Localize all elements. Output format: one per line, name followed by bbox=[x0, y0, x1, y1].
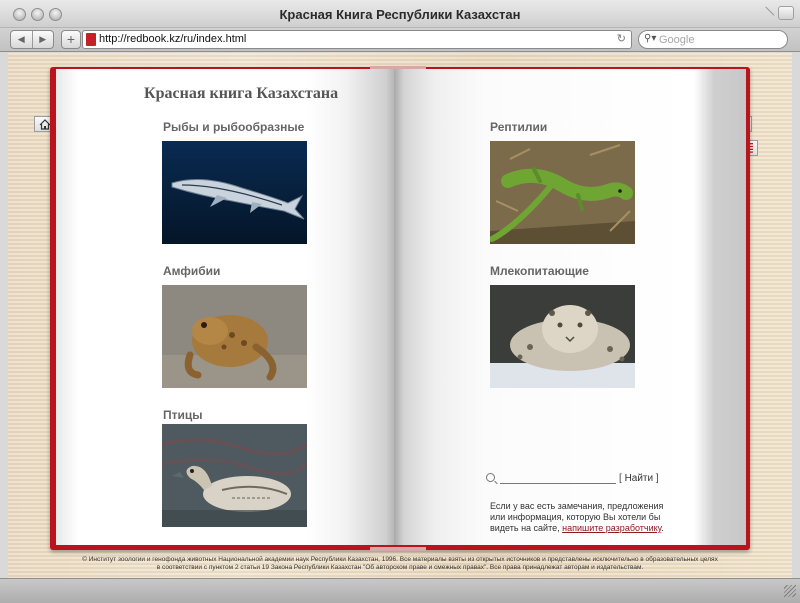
book-title: Красная книга Казахстана bbox=[144, 85, 339, 102]
category-fish-title[interactable]: Рыбы и рыбообразные bbox=[163, 120, 304, 134]
toolbar-toggle-button[interactable] bbox=[778, 6, 794, 20]
spine-bottom bbox=[370, 547, 426, 551]
category-reptiles-image[interactable] bbox=[490, 141, 635, 244]
copyright-line-2: в соответствии с пунктом 2 статьи 19 Зак… bbox=[156, 564, 644, 571]
browser-toolbar: ◀ ▶ + http://redbook.kz/ru/index.html ↻ … bbox=[0, 28, 800, 52]
history-nav: ◀ ▶ bbox=[10, 30, 54, 49]
category-birds-title[interactable]: Птицы bbox=[163, 408, 203, 422]
page-viewport: Красная книга Казахстана Рыбы и рыбообра… bbox=[8, 53, 792, 578]
search-field[interactable]: ⚲▾ Google bbox=[638, 30, 788, 49]
feedback-note-end: . bbox=[661, 523, 664, 533]
red-book: Красная книга Казахстана Рыбы и рыбообра… bbox=[50, 66, 750, 551]
contact-developer-link[interactable]: напишите разработчику bbox=[562, 523, 661, 533]
status-bar bbox=[0, 578, 800, 603]
reload-icon[interactable]: ↻ bbox=[617, 32, 626, 45]
copyright-footer: © Институт зоологии и генофонда животных… bbox=[8, 556, 792, 572]
forward-button[interactable]: ▶ bbox=[31, 31, 54, 48]
add-bookmark-button[interactable]: + bbox=[61, 30, 81, 49]
search-button[interactable]: [ Найти ] bbox=[619, 473, 659, 484]
category-amphibians-image[interactable] bbox=[162, 285, 307, 388]
snow-leopard-image bbox=[490, 285, 635, 388]
category-birds-image[interactable] bbox=[162, 424, 307, 527]
category-fish-image[interactable] bbox=[162, 141, 307, 244]
search-placeholder: Google bbox=[659, 34, 695, 46]
lizard-image bbox=[490, 141, 635, 244]
search-input[interactable] bbox=[500, 483, 616, 484]
category-reptiles-title[interactable]: Рептилии bbox=[490, 120, 547, 134]
address-bar[interactable]: http://redbook.kz/ru/index.html ↻ bbox=[82, 30, 632, 49]
window-title: Красная Книга Республики Казахстан bbox=[279, 7, 521, 22]
magnifier-icon bbox=[486, 473, 495, 482]
search-button-label: Найти bbox=[624, 473, 654, 484]
favicon-icon bbox=[86, 33, 96, 46]
back-button[interactable]: ◀ bbox=[11, 31, 32, 48]
category-mammals-title[interactable]: Млекопитающие bbox=[490, 264, 589, 278]
toad-image bbox=[162, 285, 307, 388]
feedback-note: Если у вас есть замечания, предложения и… bbox=[490, 501, 680, 534]
resize-grip-icon[interactable] bbox=[784, 585, 796, 597]
duck-image bbox=[162, 424, 307, 527]
copyright-line-1: © Институт зоологии и генофонда животных… bbox=[82, 556, 718, 563]
sturgeon-image bbox=[162, 141, 307, 244]
category-amphibians-title[interactable]: Амфибии bbox=[163, 264, 220, 278]
category-mammals-image[interactable] bbox=[490, 285, 635, 388]
url-text[interactable]: http://redbook.kz/ru/index.html bbox=[99, 33, 246, 45]
window-titlebar: Красная Книга Республики Казахстан bbox=[0, 0, 800, 28]
left-page: Красная книга Казахстана Рыбы и рыбообра… bbox=[56, 69, 394, 545]
book-search: [ Найти ] bbox=[486, 473, 726, 489]
search-icon: ⚲▾ bbox=[644, 33, 657, 44]
